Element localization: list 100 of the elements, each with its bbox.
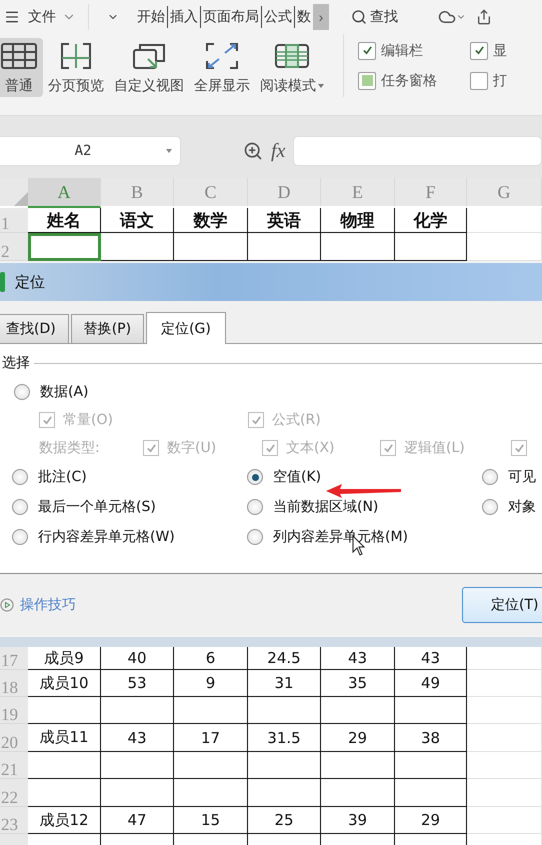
radio-button[interactable] — [482, 469, 498, 485]
table-cell[interactable] — [174, 697, 248, 724]
table-cell[interactable]: 39 — [321, 807, 395, 834]
table-cell[interactable]: 语文 — [101, 208, 174, 233]
expand-icon — [203, 40, 241, 70]
radio-button[interactable] — [482, 499, 498, 515]
table-cell[interactable] — [174, 752, 248, 779]
checkbox[interactable] — [470, 72, 488, 90]
table-cell[interactable]: 53 — [101, 670, 174, 697]
table-cell[interactable] — [248, 752, 321, 779]
formula-input[interactable] — [293, 136, 542, 166]
table-cell[interactable]: 43 — [321, 647, 395, 670]
table-cell[interactable]: 成员10 — [28, 670, 101, 697]
ribbon-tab[interactable]: 页面布局 — [200, 6, 261, 28]
dialog-tab[interactable]: 查找(D) — [0, 314, 69, 343]
table-cell[interactable] — [395, 233, 467, 261]
table-cell[interactable]: 24.5 — [248, 647, 321, 670]
option-label: 可见 — [508, 468, 536, 486]
table-cell[interactable] — [28, 752, 101, 779]
view-mode-button[interactable]: 分页预览 — [43, 38, 109, 97]
radio-button[interactable] — [247, 469, 263, 485]
table-cell[interactable]: 数学 — [174, 208, 248, 233]
view-mode-button[interactable]: 全屏显示 — [189, 38, 255, 97]
table-cell[interactable] — [248, 779, 321, 807]
zoom-icon[interactable] — [243, 141, 263, 161]
select-all-icon[interactable] — [14, 192, 28, 206]
ribbon-tab[interactable]: 公式 — [261, 6, 294, 28]
table-cell[interactable]: 成员9 — [28, 647, 101, 670]
table-cell[interactable]: 43 — [101, 724, 174, 752]
table-cell[interactable] — [174, 779, 248, 807]
locate-button[interactable]: 定位(T) — [462, 586, 542, 622]
active-cell[interactable] — [28, 233, 101, 261]
table-cell[interactable] — [101, 233, 174, 261]
function-button[interactable]: fx — [271, 140, 286, 162]
radio-button[interactable] — [12, 499, 28, 515]
table-cell[interactable]: 姓名 — [28, 208, 101, 233]
option-label: 行内容差异单元格(W) — [38, 528, 175, 546]
table-cell[interactable]: 成员11 — [28, 724, 101, 752]
table-cell[interactable]: 化学 — [395, 208, 467, 233]
view-mode-button[interactable]: 自定义视图 — [109, 38, 189, 97]
table-cell[interactable]: 17 — [174, 724, 248, 752]
more-tabs-button[interactable]: › — [313, 4, 329, 30]
view-mode-button[interactable]: 阅读模式 — [255, 38, 329, 97]
table-cell[interactable]: 43 — [395, 647, 467, 670]
search-button[interactable]: 查找 — [351, 8, 398, 26]
table-cell[interactable]: 47 — [101, 807, 174, 834]
dialog-tab[interactable]: 定位(G) — [146, 312, 226, 344]
table-cell[interactable] — [395, 779, 467, 807]
table-cell[interactable]: 物理 — [321, 208, 395, 233]
table-cell[interactable]: 英语 — [248, 208, 321, 233]
radio-button[interactable] — [14, 384, 30, 400]
table-cell[interactable] — [321, 697, 395, 724]
share-icon[interactable] — [476, 9, 492, 25]
table-cell[interactable] — [174, 233, 248, 261]
table-cell[interactable]: 35 — [321, 670, 395, 697]
table-cell[interactable]: 25 — [248, 807, 321, 834]
view-mode-button[interactable]: 普通 — [0, 38, 43, 97]
radio-button[interactable] — [12, 469, 28, 485]
table-cell[interactable] — [321, 752, 395, 779]
file-menu[interactable]: 文件 — [28, 8, 56, 26]
caret-icon — [166, 149, 172, 153]
dialog-tab[interactable]: 替换(P) — [70, 314, 144, 343]
table-cell[interactable] — [395, 752, 467, 779]
check-icon — [264, 442, 276, 454]
table-cell[interactable] — [28, 779, 101, 807]
group-label: 选择 — [2, 354, 30, 372]
table-cell[interactable] — [28, 697, 101, 724]
table-cell[interactable]: 29 — [321, 724, 395, 752]
ribbon-tab[interactable]: 插入 — [167, 6, 200, 28]
checkbox[interactable] — [358, 72, 376, 90]
checkbox[interactable] — [470, 42, 488, 60]
table-cell[interactable] — [395, 697, 467, 724]
option-label: 空值(K) — [273, 468, 322, 486]
table-cell[interactable] — [321, 779, 395, 807]
table-cell[interactable] — [101, 697, 174, 724]
table-cell[interactable]: 31.5 — [248, 724, 321, 752]
check-icon — [362, 45, 372, 56]
table-cell[interactable]: 40 — [101, 647, 174, 670]
table-cell[interactable]: 成员12 — [28, 807, 101, 834]
table-cell[interactable]: 29 — [395, 807, 467, 834]
table-cell[interactable]: 15 — [174, 807, 248, 834]
ribbon-tab[interactable]: 开始 — [135, 6, 167, 28]
radio-button[interactable] — [247, 529, 263, 545]
checkbox[interactable] — [358, 42, 376, 60]
table-cell[interactable] — [248, 697, 321, 724]
cloud-icon[interactable] — [438, 8, 456, 26]
table-cell[interactable]: 49 — [395, 670, 467, 697]
table-cell[interactable]: 31 — [248, 670, 321, 697]
table-cell[interactable] — [321, 233, 395, 261]
tips-link[interactable]: 操作技巧 — [0, 596, 76, 614]
table-cell[interactable]: 38 — [395, 724, 467, 752]
table-cell[interactable] — [101, 752, 174, 779]
table-cell[interactable] — [248, 233, 321, 261]
radio-button[interactable] — [247, 499, 263, 515]
table-cell[interactable]: 6 — [174, 647, 248, 670]
table-cell[interactable] — [101, 779, 174, 807]
radio-button[interactable] — [12, 529, 28, 545]
menu-icon[interactable] — [4, 9, 20, 25]
table-cell[interactable]: 9 — [174, 670, 248, 697]
name-box[interactable]: A2 — [0, 136, 181, 166]
